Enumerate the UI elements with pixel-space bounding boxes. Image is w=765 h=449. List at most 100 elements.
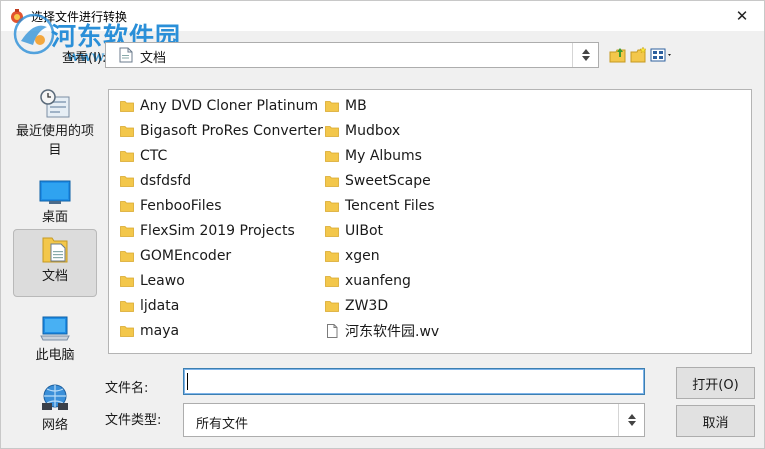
lookin-value: 文档 [140,51,167,66]
desktop-icon [39,180,71,204]
item-name: Mudbox [345,122,401,139]
network-icon [42,384,68,410]
folder-item[interactable]: xuanfeng [325,268,439,293]
chevron-up-icon [581,49,590,54]
folder-icon [325,200,339,212]
folder-item[interactable]: MB [325,93,439,118]
folder-icon [325,300,339,312]
place-documents[interactable]: 文档 [13,229,97,297]
place-label: 文档 [41,269,68,284]
cancel-button[interactable]: 取消 [676,405,755,437]
folder-icon [120,175,134,187]
item-name: SweetScape [345,172,431,189]
documents-folder-icon [119,47,133,63]
item-name: Bigasoft ProRes Converter [140,122,323,139]
filetype-dropdown-arrow[interactable] [618,404,644,436]
place-label: 此电脑 [35,348,75,363]
chevron-down-icon [627,421,636,426]
folder-item[interactable]: UIBot [325,218,439,243]
item-name: My Albums [345,147,422,164]
item-name: Tencent Files [345,197,435,214]
file-list-column-2: MB Mudbox My Albums SweetScape Tencent Files… [325,93,439,343]
folder-item[interactable]: xgen [325,243,439,268]
folder-item[interactable]: My Albums [325,143,439,168]
documents-icon [42,237,68,263]
window-title: 选择文件进行转换 [31,10,128,24]
folder-icon [325,100,339,112]
folder-icon [120,150,134,162]
place-recent-items[interactable]: 最近使用的项目 [13,85,97,161]
folder-icon [120,325,134,337]
folder-icon [120,300,134,312]
item-name: CTC [140,147,168,164]
folder-icon [120,225,134,237]
up-folder-icon [609,48,626,63]
folder-item[interactable]: FenbooFiles [120,193,323,218]
folder-item[interactable]: CTC [120,143,323,168]
item-name: dsfdsfd [140,172,192,189]
lookin-dropdown[interactable]: 文档 [105,42,599,68]
filename-input[interactable] [183,368,645,395]
folder-item[interactable]: FlexSim 2019 Projects [120,218,323,243]
item-name: xgen [345,247,380,264]
item-name: 河东软件园.wv [345,323,440,340]
file-list[interactable]: Any DVD Cloner Platinum Bigasoft ProRes C… [108,89,752,354]
filetype-dropdown[interactable]: 所有文件 [183,403,645,437]
item-name: ZW3D [345,297,389,314]
folder-item[interactable]: ZW3D [325,293,439,318]
recent-items-icon [40,89,70,118]
item-name: xuanfeng [345,272,411,289]
folder-icon [120,275,134,287]
view-menu-button[interactable] [649,44,675,66]
folder-item[interactable]: Leawo [120,268,323,293]
lookin-dropdown-arrow[interactable] [572,43,598,67]
item-name: UIBot [345,222,384,239]
view-menu-icon [650,48,671,62]
folder-icon [325,150,339,162]
open-button[interactable]: 打开(O) [676,367,755,399]
folder-item[interactable]: Bigasoft ProRes Converter [120,118,323,143]
chevron-down-icon [581,56,590,61]
title-bar: 选择文件进行转换 ✕ [1,1,764,31]
folder-icon [325,125,339,137]
new-folder-icon [630,46,647,63]
filename-label: 文件名: [105,381,149,396]
item-name: Any DVD Cloner Platinum [140,97,319,114]
place-desktop[interactable]: 桌面 [13,171,97,237]
place-network[interactable]: 网络 [13,379,97,445]
folder-item[interactable]: GOMEncoder [120,243,323,268]
place-label: 网络 [41,418,68,433]
places-bar: 最近使用的项目 桌面 文档 此电脑 网络 [11,85,99,435]
new-folder-button[interactable] [629,44,649,66]
lookin-label: 查看(I): [62,51,107,66]
item-name: FenbooFiles [140,197,222,214]
item-name: maya [140,322,180,339]
folder-item[interactable]: Any DVD Cloner Platinum [120,93,323,118]
item-name: GOMEncoder [140,247,232,264]
filetype-label: 文件类型: [105,413,162,428]
folder-icon [120,125,134,137]
place-label: 最近使用的项目 [15,124,94,158]
item-name: Leawo [140,272,185,289]
folder-item[interactable]: SweetScape [325,168,439,193]
up-folder-button[interactable] [607,44,629,66]
folder-icon [325,225,339,237]
item-name: MB [345,97,367,114]
folder-item[interactable]: Tencent Files [325,193,439,218]
file-item[interactable]: 河东软件园.wv [325,318,439,343]
chevron-up-icon [627,414,636,419]
filetype-value: 所有文件 [196,417,249,432]
item-name: FlexSim 2019 Projects [140,222,295,239]
app-icon [11,9,23,23]
place-this-pc[interactable]: 此电脑 [13,309,97,375]
folder-item[interactable]: ljdata [120,293,323,318]
folder-item[interactable]: Mudbox [325,118,439,143]
folder-icon [120,100,134,112]
folder-item[interactable]: dsfdsfd [120,168,323,193]
file-open-dialog: 选择文件进行转换 ✕ 河东软件园 www.pc0359.cn 查看(I): 文档 [0,0,765,449]
folder-item[interactable]: maya [120,318,323,343]
folder-icon [325,250,339,262]
folder-icon [325,175,339,187]
place-label: 桌面 [41,210,68,225]
close-button[interactable]: ✕ [720,1,764,31]
